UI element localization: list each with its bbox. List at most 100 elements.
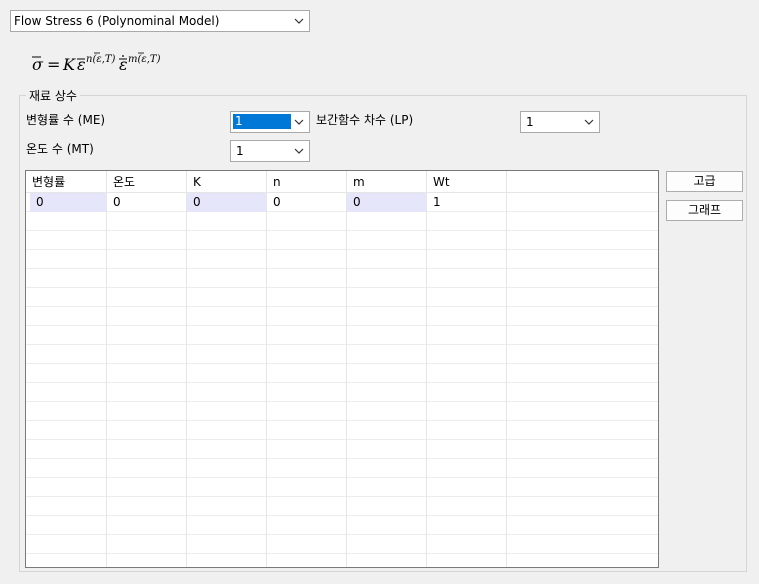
empty-table-cell [347, 326, 427, 345]
empty-table-cell [347, 440, 427, 459]
empty-table-cell [107, 554, 187, 567]
empty-table-cell [187, 497, 267, 516]
empty-table-row [26, 516, 658, 535]
mt-select-value: 1 [236, 144, 244, 158]
empty-table-cell [187, 421, 267, 440]
empty-table-cell [26, 440, 107, 459]
advanced-button[interactable]: 고급 [666, 171, 743, 192]
table-row[interactable]: 0 0 0 0 0 1 [26, 193, 658, 212]
empty-table-cell [507, 516, 658, 535]
empty-table-cell [267, 269, 347, 288]
mt-select[interactable]: 1 [230, 140, 310, 162]
column-header[interactable]: Wt [427, 171, 507, 193]
empty-table-cell [26, 478, 107, 497]
empty-table-cell [26, 250, 107, 269]
empty-table-cell [347, 307, 427, 326]
empty-table-cell [427, 383, 507, 402]
empty-table-cell [507, 478, 658, 497]
empty-table-cell [107, 364, 187, 383]
empty-table-cell [507, 307, 658, 326]
empty-table-cell [26, 288, 107, 307]
table-cell[interactable]: 0 [187, 193, 267, 212]
formula-equation: σ = K ε n(ε,T) ε m(ε,T) [32, 52, 161, 74]
empty-table-row [26, 307, 658, 326]
empty-table-cell [427, 497, 507, 516]
empty-table-cell [507, 421, 658, 440]
empty-table-cell [26, 307, 107, 326]
empty-table-cell [107, 269, 187, 288]
table-cell [507, 193, 658, 212]
empty-table-cell [26, 345, 107, 364]
model-select[interactable]: Flow Stress 6 (Polynominal Model) [10, 10, 310, 32]
empty-table-cell [427, 402, 507, 421]
empty-table-cell [26, 516, 107, 535]
graph-button[interactable]: 그래프 [666, 200, 743, 221]
svg-text:m(ε,T): m(ε,T) [128, 54, 161, 65]
empty-table-cell [427, 535, 507, 554]
table-cell[interactable]: 0 [347, 193, 427, 212]
table-cell[interactable]: 0 [107, 193, 187, 212]
svg-text:ε: ε [77, 55, 86, 74]
empty-table-cell [267, 459, 347, 478]
constants-table[interactable]: 변형률 온도 K n m Wt 0 0 0 0 0 1 [25, 170, 659, 568]
empty-table-cell [347, 288, 427, 307]
column-header[interactable]: m [347, 171, 427, 193]
empty-table-cell [427, 269, 507, 288]
empty-table-cell [187, 364, 267, 383]
empty-table-cell [507, 383, 658, 402]
empty-table-cell [427, 345, 507, 364]
empty-table-cell [427, 516, 507, 535]
column-header[interactable]: 변형률 [26, 171, 107, 193]
empty-table-cell [507, 345, 658, 364]
empty-table-cell [107, 459, 187, 478]
empty-table-cell [347, 383, 427, 402]
empty-table-cell [347, 478, 427, 497]
lp-select[interactable]: 1 [520, 111, 600, 133]
empty-table-cell [187, 288, 267, 307]
empty-table-row [26, 535, 658, 554]
empty-table-row [26, 326, 658, 345]
empty-table-cell [107, 326, 187, 345]
empty-table-row [26, 383, 658, 402]
empty-table-cell [187, 516, 267, 535]
column-header[interactable]: n [267, 171, 347, 193]
me-select-value: 1 [233, 114, 291, 129]
empty-table-cell [267, 326, 347, 345]
me-select[interactable]: 1 [230, 111, 310, 133]
empty-table-cell [507, 269, 658, 288]
table-header-row: 변형률 온도 K n m Wt [26, 171, 658, 193]
empty-table-cell [267, 497, 347, 516]
empty-table-cell [267, 288, 347, 307]
empty-table-cell [507, 402, 658, 421]
empty-table-cell [347, 459, 427, 478]
svg-text:K: K [62, 55, 76, 74]
empty-table-cell [107, 402, 187, 421]
table-cell[interactable]: 1 [427, 193, 507, 212]
empty-table-cell [26, 421, 107, 440]
empty-table-cell [507, 231, 658, 250]
empty-table-cell [267, 250, 347, 269]
material-constants-title: 재료 상수 [26, 87, 80, 104]
empty-table-cell [267, 402, 347, 421]
empty-table-cell [427, 554, 507, 567]
column-header[interactable]: 온도 [107, 171, 187, 193]
table-cell[interactable]: 0 [30, 193, 107, 212]
empty-table-cell [26, 269, 107, 288]
column-header [507, 171, 658, 193]
empty-table-cell [26, 402, 107, 421]
lp-select-value: 1 [526, 115, 534, 129]
empty-table-cell [107, 288, 187, 307]
empty-table-cell [267, 421, 347, 440]
empty-table-row [26, 402, 658, 421]
empty-table-cell [267, 212, 347, 231]
empty-table-cell [427, 440, 507, 459]
table-cell[interactable]: 0 [267, 193, 347, 212]
empty-table-cell [26, 459, 107, 478]
empty-table-cell [26, 535, 107, 554]
empty-table-cell [267, 383, 347, 402]
empty-table-cell [427, 250, 507, 269]
empty-table-cell [107, 383, 187, 402]
chevron-down-icon [584, 119, 594, 125]
column-header[interactable]: K [187, 171, 267, 193]
empty-table-row [26, 421, 658, 440]
